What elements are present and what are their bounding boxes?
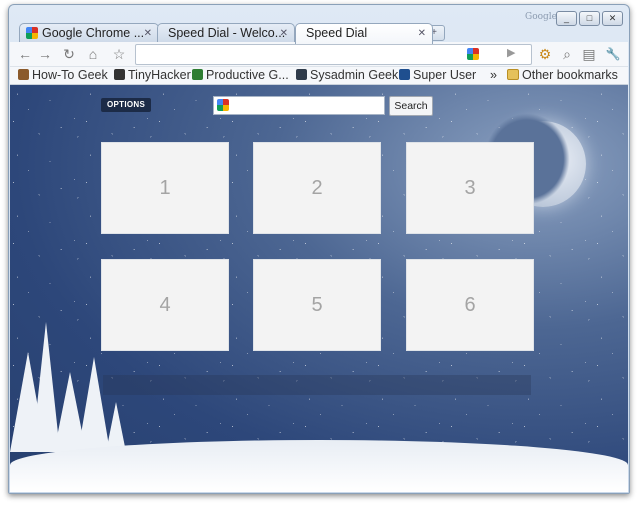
speed-dial-page: OPTIONS Search 1 2 3 4 5 6 — [10, 85, 628, 492]
bookmark-super-user[interactable]: Super User — [399, 67, 476, 84]
close-tab-icon[interactable]: ✕ — [280, 24, 288, 43]
close-window-button[interactable]: ✕ — [602, 11, 623, 26]
search-input[interactable] — [213, 96, 385, 115]
tab-title: Speed Dial — [306, 26, 368, 40]
title-bar: Google _ □ ✕ Google Chrome ... ✕ Speed D… — [9, 5, 629, 44]
speed-dial-6[interactable]: 6 — [406, 259, 534, 351]
bookmarks-bar: How-To Geek TinyHacker Productive G... S… — [10, 67, 628, 85]
pg-icon — [192, 69, 203, 80]
bookmark-productive-geek[interactable]: Productive G... — [192, 67, 289, 84]
snow-ground — [10, 440, 628, 492]
superuser-icon — [399, 69, 410, 80]
speed-dial-1[interactable]: 1 — [101, 142, 229, 234]
speed-dial-footer-bar — [103, 375, 531, 395]
sg-icon — [296, 69, 307, 80]
tab-speed-dial[interactable]: Speed Dial ✕ — [295, 23, 433, 44]
page-menu-icon[interactable]: ▤ — [580, 45, 598, 63]
wrench-menu-icon[interactable]: 🔧 — [604, 45, 622, 63]
address-bar[interactable]: ▶ — [135, 44, 532, 65]
bookmark-star-icon[interactable]: ☆ — [110, 45, 128, 63]
snowy-tree — [106, 402, 126, 452]
reload-icon[interactable]: ↻ — [60, 45, 78, 63]
speed-dial-2[interactable]: 2 — [253, 142, 381, 234]
options-button[interactable]: OPTIONS — [101, 98, 152, 112]
tab-title: Speed Dial - Welco... — [168, 26, 286, 40]
howtogeek-icon — [18, 69, 29, 80]
browser-window: Google _ □ ✕ Google Chrome ... ✕ Speed D… — [8, 4, 630, 494]
close-tab-icon[interactable]: ✕ — [418, 24, 426, 43]
bookmarks-overflow-button[interactable]: » — [490, 67, 497, 84]
close-tab-icon[interactable]: ✕ — [144, 24, 152, 43]
window-brand: Google — [525, 12, 557, 22]
extension-icon[interactable]: ⚙ — [536, 45, 554, 63]
speed-dial-3[interactable]: 3 — [406, 142, 534, 234]
folder-icon — [507, 69, 519, 80]
bookmark-sysadmin-geek[interactable]: Sysadmin Geek — [296, 67, 398, 84]
play-icon[interactable]: ▶ — [507, 46, 515, 59]
search-button[interactable]: Search — [389, 96, 433, 116]
search-extension-icon[interactable]: ⌕ — [558, 45, 576, 63]
forward-arrow-icon[interactable]: → — [36, 45, 54, 63]
speed-dial-extension-icon[interactable] — [467, 48, 479, 60]
bookmark-tinyhacker[interactable]: TinyHacker — [114, 67, 191, 84]
minimize-button[interactable]: _ — [556, 11, 577, 26]
google-favicon-icon — [26, 27, 38, 39]
maximize-button[interactable]: □ — [579, 11, 600, 26]
google-search-icon — [217, 99, 229, 111]
back-arrow-icon[interactable]: ← — [16, 45, 34, 63]
speed-dial-5[interactable]: 5 — [253, 259, 381, 351]
window-controls: _ □ ✕ — [556, 11, 623, 26]
tab-title: Google Chrome ... — [42, 26, 145, 40]
other-bookmarks-folder[interactable]: Other bookmarks — [507, 67, 618, 84]
tinyhacker-icon — [114, 69, 125, 80]
bookmark-how-to-geek[interactable]: How-To Geek — [18, 67, 108, 84]
speed-dial-4[interactable]: 4 — [101, 259, 229, 351]
tab-google-chrome[interactable]: Google Chrome ... ✕ — [19, 23, 159, 43]
home-icon[interactable]: ⌂ — [84, 45, 102, 63]
tab-speed-dial-welcome[interactable]: Speed Dial - Welco... ✕ — [157, 23, 295, 43]
navigation-toolbar: ← → ↻ ⌂ ☆ ▶ ⚙ ⌕ ▤ 🔧 — [10, 42, 628, 67]
